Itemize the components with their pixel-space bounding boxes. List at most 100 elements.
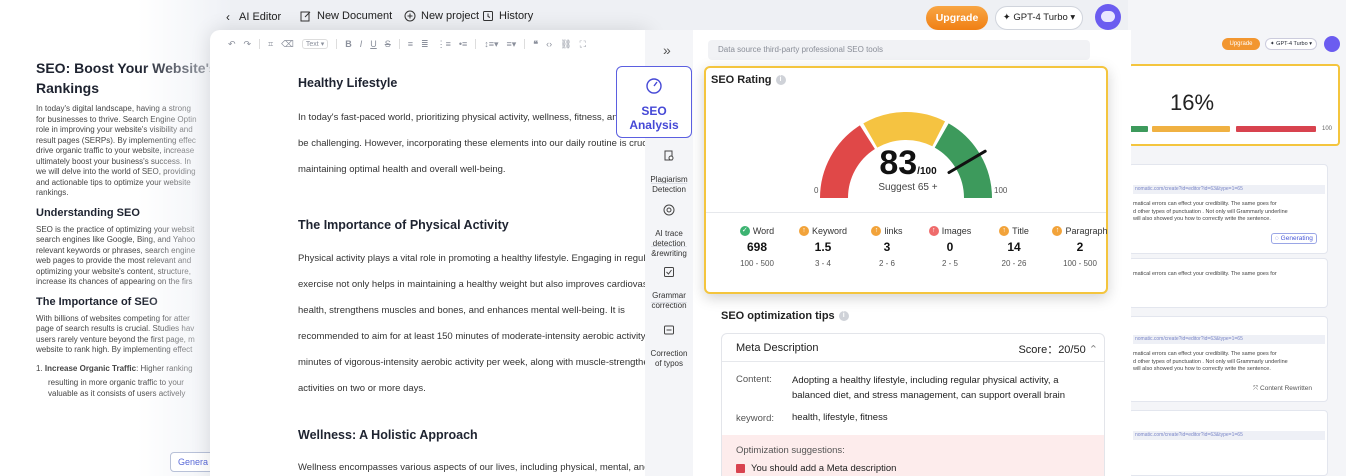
bg-link-2[interactable]: nomatic.com/create?id=editor?id=63&type=… xyxy=(1133,335,1325,344)
avatar[interactable] xyxy=(1095,4,1121,30)
warning-square-icon xyxy=(736,464,745,473)
code-icon[interactable]: ‹› xyxy=(546,39,552,49)
bg-link-3[interactable]: nomatic.com/create?id=editor?id=63&type=… xyxy=(1133,431,1325,440)
toolbar-divider xyxy=(336,39,338,49)
bg-link[interactable]: nomatic.com/create?id=editor?id=63&type=… xyxy=(1133,185,1325,194)
editor-heading-2[interactable]: The Importance of Physical Activity xyxy=(298,218,509,232)
seo-suggest: Suggest 65 + xyxy=(878,182,938,193)
bg-content-rewritten[interactable]: ⤧ Content Rewritten xyxy=(1253,385,1312,393)
target-icon xyxy=(663,204,675,216)
editor-heading-3[interactable]: Wellness: A Holistic Approach xyxy=(298,428,478,442)
suggestion-text: You should add a Meta description xyxy=(751,463,897,474)
bg-card-text: matical errors can effect your credibili… xyxy=(1133,201,1288,222)
meta-description-header[interactable]: Meta Description Score：20/50 ⌃ xyxy=(722,334,1104,362)
metric-range: 100 - 500 xyxy=(740,259,774,268)
metric-label-text: links xyxy=(884,226,903,236)
upgrade-button[interactable]: Upgrade xyxy=(926,6,988,30)
redo-icon[interactable]: ↷ xyxy=(244,39,252,50)
metric-word: ✓ Word 698 100 - 500 xyxy=(722,226,792,268)
bg-bar-yellow xyxy=(1152,126,1230,132)
bg-result-card-1: nomatic.com/create?id=editor?id=63&type=… xyxy=(1128,164,1328,254)
new-project-button[interactable]: New project xyxy=(404,10,479,22)
line-height-icon[interactable]: ↕≡▾ xyxy=(484,39,498,50)
underline-icon[interactable]: U xyxy=(370,39,377,49)
seo-tips-label: SEO optimization tips xyxy=(721,310,835,322)
text-style-dropdown[interactable]: Text ▾ xyxy=(301,39,329,49)
metric-value: 3 xyxy=(883,240,891,254)
meta-description-title: Meta Description xyxy=(736,342,819,354)
metric-title: ↑ Title 14 20 - 26 xyxy=(979,226,1049,268)
sidebar-item-seo-analysis[interactable]: SEO Analysis xyxy=(616,66,692,138)
metric-keyword: ↑ Keyword 1.5 3 - 4 xyxy=(788,226,858,268)
editor-heading-1[interactable]: Healthy Lifestyle xyxy=(298,76,397,90)
metric-label-text: Title xyxy=(1012,226,1029,236)
sidebar-item-typos[interactable]: Correction of typos xyxy=(645,314,693,369)
background-document: SEO: Boost Your Website's V Rankings In … xyxy=(0,0,230,476)
bg-score-card xyxy=(1128,64,1340,146)
content-value: Adopting a healthy lifestyle, including … xyxy=(792,375,1066,401)
sidebar-item-plagiarism[interactable]: Plagiarism Detection xyxy=(645,140,693,195)
chevron-up-icon[interactable]: ⌃ xyxy=(1089,344,1098,356)
sidebar-label-typos: Correction of typos xyxy=(650,349,688,368)
bg-score-value: 16% xyxy=(1170,90,1215,115)
bg-avatar[interactable] xyxy=(1324,36,1340,52)
italic-icon[interactable]: I xyxy=(360,39,363,49)
grammar-check-icon xyxy=(664,267,674,277)
arrow-up-icon: ↑ xyxy=(928,226,939,236)
sidebar-label-grammar: Grammar correction xyxy=(651,291,687,310)
align-left-icon[interactable]: ≡ xyxy=(408,39,413,49)
chevron-left-icon: ‹ xyxy=(226,10,230,24)
bg-doc-heading-understanding: Understanding SEO xyxy=(36,206,140,219)
toolbar-divider xyxy=(259,39,261,49)
bold-icon[interactable]: B xyxy=(345,39,352,49)
metrics-divider xyxy=(706,212,1106,213)
bg-upgrade-button[interactable]: Upgrade xyxy=(1222,38,1260,50)
strikethrough-icon[interactable]: S xyxy=(385,39,391,49)
metric-images: ↑ Images 0 2 - 5 xyxy=(915,226,985,268)
seo-score-max: /100 xyxy=(917,166,937,177)
gauge-min-label: 0 xyxy=(814,186,819,195)
quote-icon[interactable]: ❝ xyxy=(533,39,538,50)
sidebar-item-ai-trace[interactable]: AI trace detection &rewriting xyxy=(645,194,693,259)
clear-format-icon[interactable]: ⌫ xyxy=(281,39,294,50)
bg-doc-title: SEO: Boost Your Website's V Rankings xyxy=(36,60,230,96)
document-search-icon xyxy=(664,150,674,161)
numbered-list-icon[interactable]: ⋮≡ xyxy=(437,39,451,50)
plus-circle-icon xyxy=(404,10,416,22)
seo-score: 83/100 xyxy=(706,144,1110,183)
history-button[interactable]: History xyxy=(482,10,533,22)
editor-paragraph-2[interactable]: Physical activity plays a vital role in … xyxy=(298,246,648,402)
toolbar-divider xyxy=(524,39,526,49)
typo-correction-icon xyxy=(664,325,674,335)
metric-value: 14 xyxy=(1007,240,1021,254)
arrow-up-icon: ↑ xyxy=(1052,226,1063,236)
suggestions-title: Optimization suggestions: xyxy=(736,445,845,456)
data-source-note: Data source third-party professional SEO… xyxy=(708,40,1090,60)
bg-model-selector[interactable]: ✦ GPT-4 Turbo ▾ xyxy=(1265,38,1317,50)
collapse-panel-icon[interactable]: » xyxy=(663,42,671,58)
app-screen: SEO: Boost Your Website's V Rankings In … xyxy=(0,0,1346,476)
bg-doc-list-item: 1. Increase Organic Traffic: Higher rank… xyxy=(36,363,193,373)
editor-paragraph-3[interactable]: Wellness encompasses various aspects of … xyxy=(298,455,648,476)
bullet-list-icon[interactable]: •≡ xyxy=(459,39,467,49)
model-selector[interactable]: ✦ GPT-4 Turbo ▾ xyxy=(995,6,1083,30)
history-label: History xyxy=(499,10,534,22)
link-icon[interactable]: ⛓ xyxy=(560,39,571,50)
align-center-icon[interactable]: ≣ xyxy=(421,39,429,50)
metric-range: 100 - 500 xyxy=(1063,259,1097,268)
fullscreen-icon[interactable]: ⛶ xyxy=(580,39,586,50)
align-dropdown-icon[interactable]: ≡▾ xyxy=(507,39,517,50)
new-document-button[interactable]: New Document xyxy=(300,10,392,22)
bg-generating-chip[interactable]: ◌ Generating xyxy=(1271,233,1317,244)
formatting-toolbar: ↶ ↷ ⌗ ⌫ Text ▾ B I U S ≡ ≣ ⋮≡ •≡ ↕≡▾ ≡▾ … xyxy=(228,36,586,52)
info-icon[interactable]: i xyxy=(838,311,849,321)
gauge-icon xyxy=(646,78,662,94)
back-button[interactable]: ‹ AI Editor xyxy=(226,10,281,24)
sidebar-label-ai-trace: AI trace detection &rewriting xyxy=(651,229,687,258)
format-painter-icon[interactable]: ⌗ xyxy=(268,39,273,50)
seo-tips-title: SEO optimization tips i xyxy=(721,310,849,322)
undo-icon[interactable]: ↶ xyxy=(228,39,236,50)
optimization-suggestions: Optimization suggestions: You should add… xyxy=(722,435,1104,476)
suggestion-item: You should add a Meta description xyxy=(736,463,896,474)
editor-paragraph-1[interactable]: In today's fast-paced world, prioritizin… xyxy=(298,105,648,183)
